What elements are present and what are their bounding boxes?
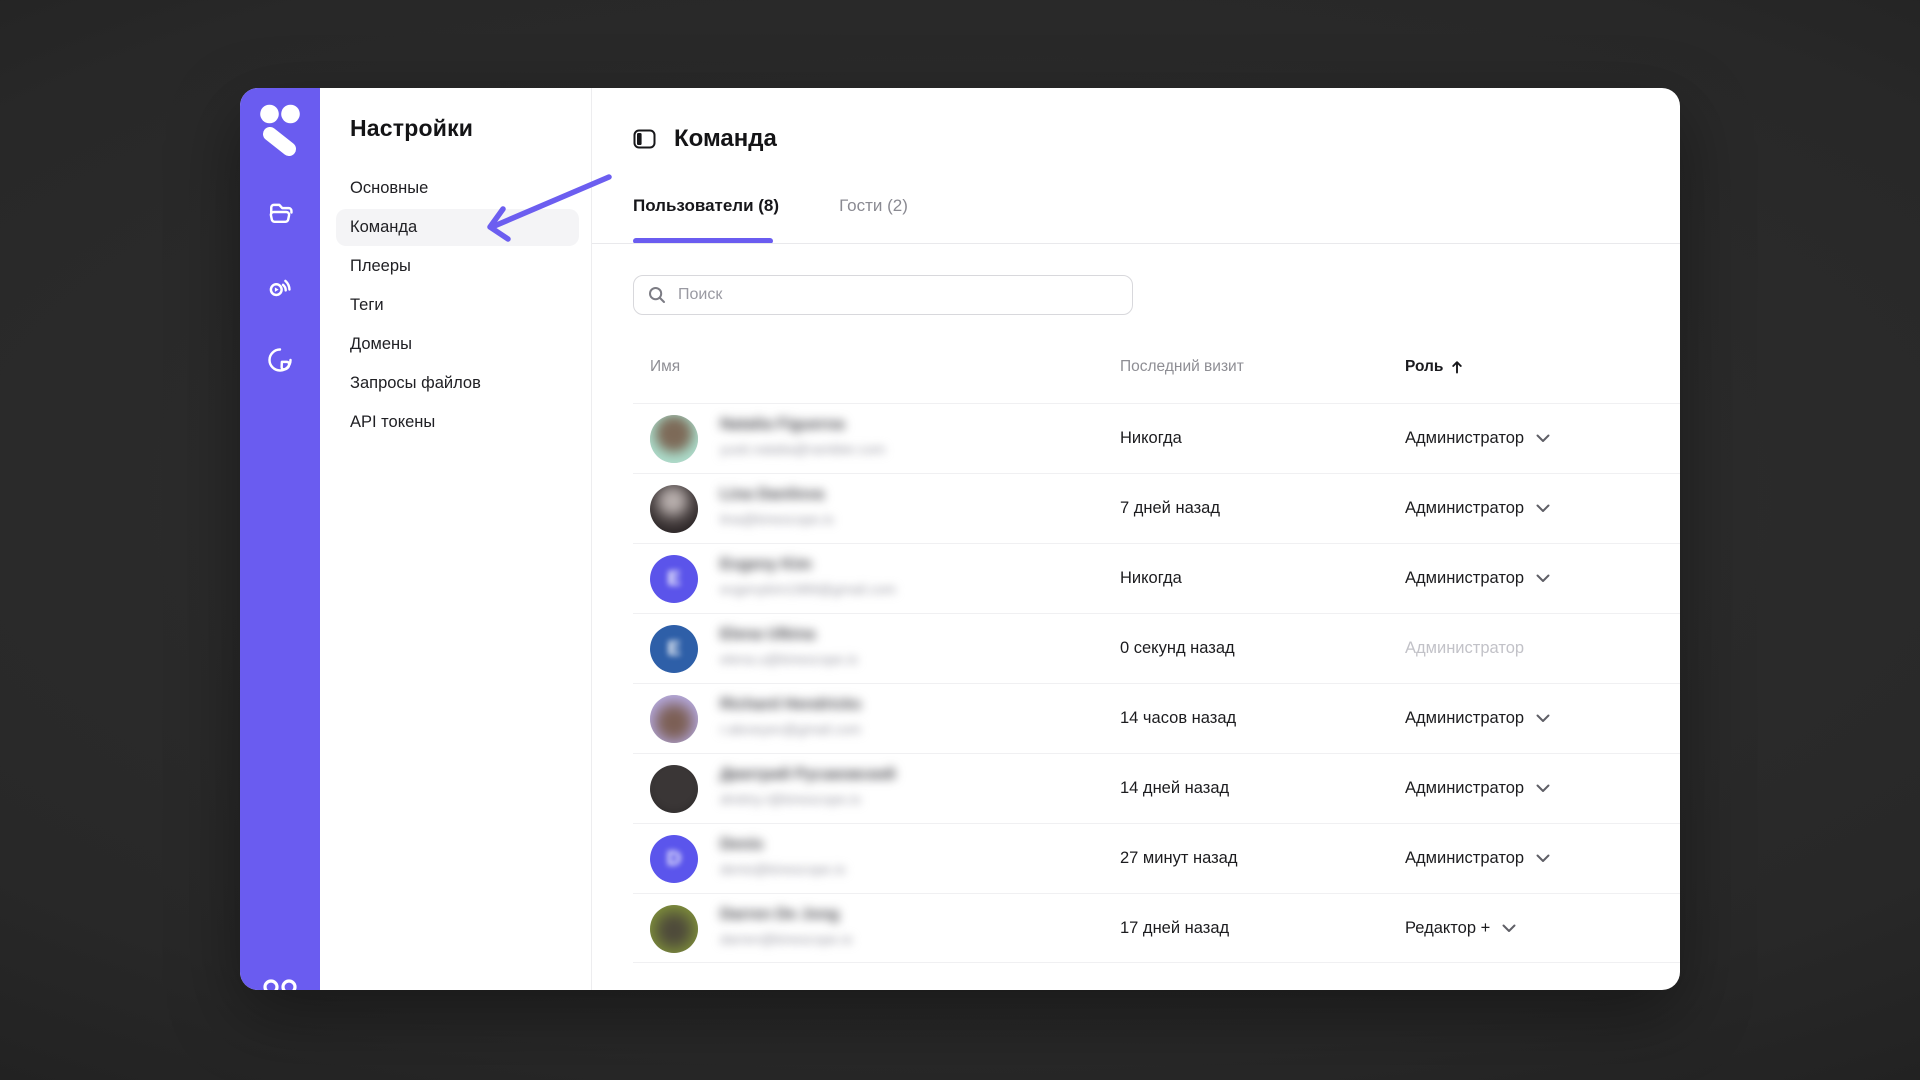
team-section: Команда Пользователи (8) Гости (2) Имя П… — [592, 88, 1680, 990]
last-visit-value: 7 дней назад — [1120, 474, 1220, 543]
chevron-down-icon — [1536, 434, 1550, 443]
member-name-blurred: Natalia Figueroa — [720, 416, 844, 434]
nav-item-file-requests[interactable]: Запросы файлов — [320, 364, 591, 403]
table-row: Lina Danilova lina@kinescope.io 7 дней н… — [633, 473, 1680, 543]
last-visit-value: 14 часов назад — [1120, 684, 1236, 753]
tab-guests[interactable]: Гости (2) — [839, 192, 908, 220]
column-name[interactable]: Имя — [650, 358, 680, 376]
table-row: Richard Hendricks r.alexeyev@gmail.com 1… — [633, 683, 1680, 753]
member-email-blurred: yusti.natalia@rambler.com — [720, 441, 885, 457]
chevron-down-icon — [1536, 854, 1550, 863]
search-icon — [648, 286, 666, 304]
team-members-table: Natalia Figueroa yusti.natalia@rambler.c… — [633, 403, 1680, 963]
page-title: Команда — [674, 125, 777, 153]
nav-item-tags[interactable]: Теги — [320, 286, 591, 325]
chevron-down-icon — [1536, 784, 1550, 793]
nav-item-general[interactable]: Основные — [320, 169, 591, 208]
role-dropdown[interactable]: Администратор — [1405, 404, 1550, 473]
avatar — [650, 695, 698, 743]
table-row: E Evgeny Kim evgenykim1989@gmail.com Ник… — [633, 543, 1680, 613]
member-name-blurred: Denis — [720, 836, 764, 854]
panel-layout-icon — [633, 128, 656, 150]
avatar — [650, 485, 698, 533]
sort-asc-icon — [1451, 360, 1463, 374]
avatar: E — [650, 625, 698, 673]
chevron-down-icon — [1536, 504, 1550, 513]
member-name-blurred: Elena Ulkina — [720, 626, 815, 644]
nav-item-players[interactable]: Плееры — [320, 247, 591, 286]
last-visit-value: 0 секунд назад — [1120, 614, 1235, 683]
member-name-blurred: Evgeny Kim — [720, 556, 812, 574]
member-email-blurred: lina@kinescope.io — [720, 511, 834, 527]
role-dropdown[interactable]: Редактор + — [1405, 894, 1516, 962]
apps-grid-icon[interactable] — [262, 978, 298, 990]
kinescope-logo-icon[interactable] — [257, 104, 303, 161]
header-divider — [592, 243, 1680, 244]
table-row: Darren De Jong darren@kinescope.io 17 дн… — [633, 893, 1680, 963]
table-row: E Elena Ulkina elena.u@kinescope.io 0 се… — [633, 613, 1680, 683]
member-name-blurred: Richard Hendricks — [720, 696, 861, 714]
avatar: E — [650, 555, 698, 603]
last-visit-value: Никогда — [1120, 404, 1182, 473]
role-dropdown[interactable]: Администратор — [1405, 684, 1550, 753]
chevron-down-icon — [1502, 924, 1516, 933]
member-email-blurred: elena.u@kinescope.io — [720, 651, 858, 667]
member-name-blurred: Lina Danilova — [720, 486, 824, 504]
role-dropdown[interactable]: Администратор — [1405, 754, 1550, 823]
nav-item-team[interactable]: Команда — [320, 208, 591, 247]
last-visit-value: Никогда — [1120, 544, 1182, 613]
search-box — [633, 275, 1133, 315]
desktop-background: Настройки Основные Команда Плееры Теги Д… — [0, 0, 1920, 1080]
nav-item-api-tokens[interactable]: API токены — [320, 403, 591, 442]
member-name-blurred: Darren De Jong — [720, 906, 839, 924]
live-stream-icon[interactable] — [265, 273, 295, 303]
chevron-down-icon — [1536, 714, 1550, 723]
last-visit-value: 17 дней назад — [1120, 894, 1229, 962]
avatar — [650, 905, 698, 953]
table-header: Имя Последний визит Роль — [633, 350, 1680, 386]
settings-window: Настройки Основные Команда Плееры Теги Д… — [240, 88, 1680, 990]
avatar: D — [650, 835, 698, 883]
avatar — [650, 415, 698, 463]
search-input[interactable] — [676, 285, 1118, 305]
avatar — [650, 765, 698, 813]
member-email-blurred: darren@kinescope.io — [720, 931, 853, 947]
app-rail — [240, 88, 320, 990]
section-header: Команда — [633, 116, 777, 162]
table-row: Natalia Figueroa yusti.natalia@rambler.c… — [633, 403, 1680, 473]
role-dropdown[interactable]: Администратор — [1405, 474, 1550, 543]
analytics-icon[interactable] — [265, 345, 295, 375]
column-role-sort[interactable]: Роль — [1405, 358, 1463, 376]
member-email-blurred: r.alexeyev@gmail.com — [720, 721, 861, 737]
member-email-blurred: denis@kinescope.io — [720, 861, 846, 877]
settings-nav-panel: Настройки Основные Команда Плееры Теги Д… — [320, 88, 592, 990]
member-email-blurred: evgenykim1989@gmail.com — [720, 581, 896, 597]
member-name-blurred: Дмитрий Русаковский — [720, 766, 896, 784]
tab-users[interactable]: Пользователи (8) — [633, 192, 779, 220]
team-tabs: Пользователи (8) Гости (2) — [633, 192, 908, 220]
role-dropdown[interactable]: Администратор — [1405, 544, 1550, 613]
last-visit-value: 14 дней назад — [1120, 754, 1229, 823]
settings-nav-list: Основные Команда Плееры Теги Домены Запр… — [320, 169, 591, 442]
table-row: D Denis denis@kinescope.io 27 минут наза… — [633, 823, 1680, 893]
member-email-blurred: dmitriy.r@kinescope.io — [720, 791, 861, 807]
role-readonly: Администратор — [1405, 614, 1524, 683]
library-folder-icon[interactable] — [265, 197, 295, 227]
nav-item-domains[interactable]: Домены — [320, 325, 591, 364]
chevron-down-icon — [1536, 574, 1550, 583]
table-row: Дмитрий Русаковский dmitriy.r@kinescope.… — [633, 753, 1680, 823]
column-last-visit[interactable]: Последний визит — [1120, 358, 1244, 376]
last-visit-value: 27 минут назад — [1120, 824, 1237, 893]
role-dropdown[interactable]: Администратор — [1405, 824, 1550, 893]
settings-title: Настройки — [350, 115, 473, 142]
